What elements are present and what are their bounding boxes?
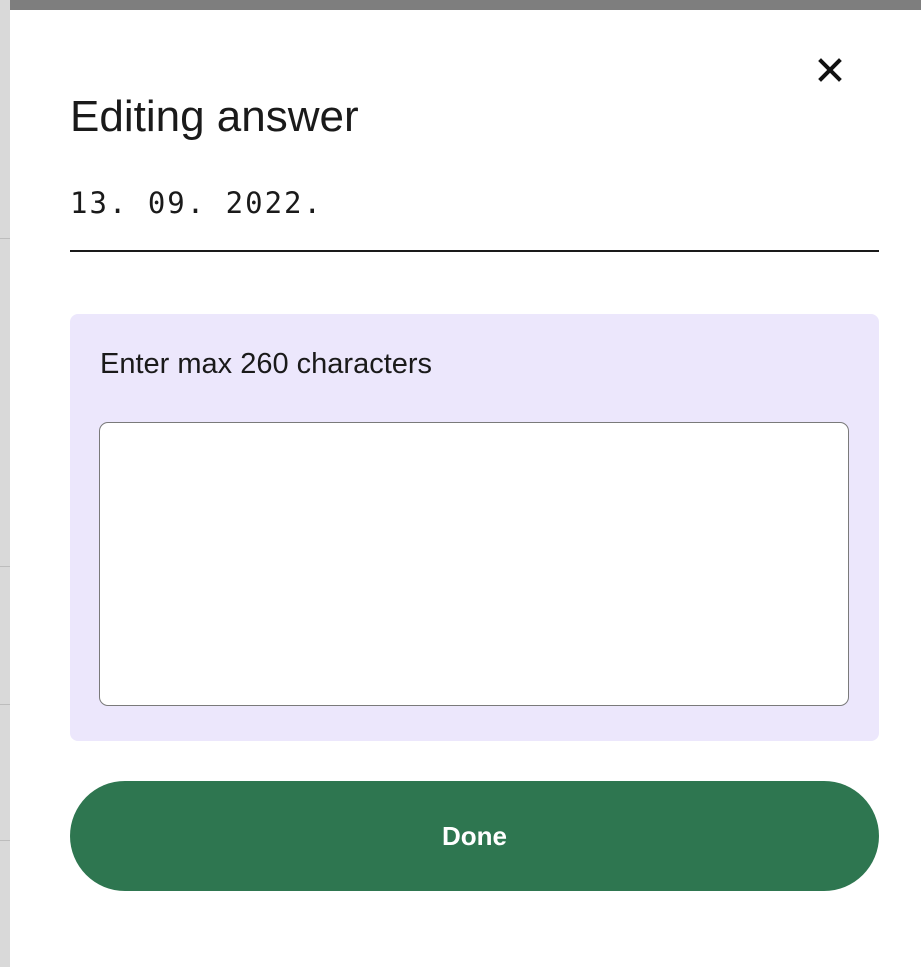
date-value: 13. 09. 2022. — [70, 186, 323, 220]
answer-textarea[interactable] — [99, 422, 849, 706]
background-divider — [0, 840, 10, 841]
done-button[interactable]: Done — [70, 781, 879, 891]
close-icon — [818, 58, 842, 82]
answer-panel: Enter max 260 characters — [70, 314, 879, 741]
background-divider — [0, 566, 10, 567]
close-button[interactable] — [814, 54, 846, 86]
answer-label: Enter max 260 characters — [100, 348, 433, 380]
background-divider — [0, 238, 10, 239]
background-divider — [0, 704, 10, 705]
background-page-edge — [0, 0, 10, 967]
edit-answer-modal: Editing answer 13. 09. 2022. Enter max 2… — [10, 10, 921, 967]
modal-title: Editing answer — [70, 92, 359, 141]
date-field[interactable]: 13. 09. 2022. — [70, 182, 879, 252]
